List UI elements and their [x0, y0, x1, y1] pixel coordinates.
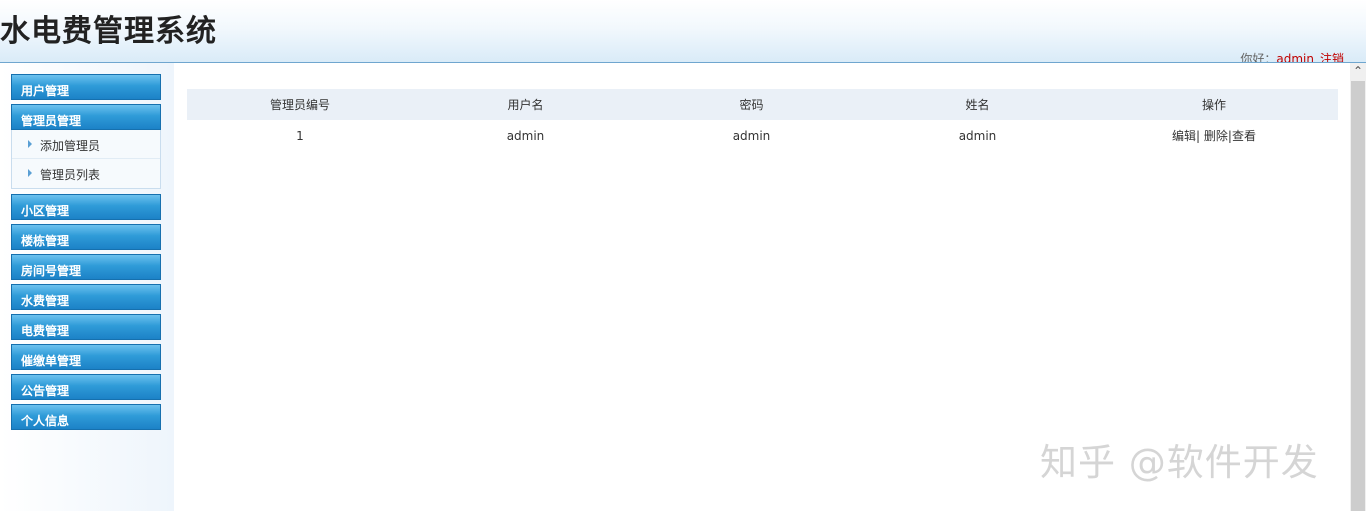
cell-password: admin	[732, 128, 771, 143]
menu-electric-fee-management[interactable]: 电费管理	[11, 314, 161, 340]
action-separator: |	[1196, 129, 1201, 143]
menu-group-admins: 管理员管理 添加管理员 管理员列表	[11, 104, 161, 189]
menu-building-management[interactable]: 楼栋管理	[11, 224, 161, 250]
col-admin-id: 管理员编号	[187, 89, 413, 120]
vertical-scrollbar[interactable]: ⌃	[1350, 63, 1366, 511]
table-header-row: 管理员编号 用户名 密码 姓名 操作	[187, 89, 1338, 120]
triangle-right-icon	[28, 140, 32, 148]
menu-user-management[interactable]: 用户管理	[11, 74, 161, 100]
scroll-up-arrow-icon[interactable]: ⌃	[1350, 63, 1366, 80]
menu-group-notice: 公告管理	[11, 374, 161, 400]
username-label: admin	[1276, 52, 1314, 63]
triangle-right-icon	[28, 169, 32, 177]
col-name: 姓名	[865, 89, 1090, 120]
menu-group-users: 用户管理	[11, 74, 161, 100]
scrollbar-thumb[interactable]	[1351, 81, 1365, 511]
cell-name: admin	[958, 128, 997, 143]
app-header: 水电费管理系统 你好：admin 注销	[0, 0, 1366, 63]
view-link[interactable]: 查看	[1232, 129, 1256, 143]
menu-water-fee-management[interactable]: 水费管理	[11, 284, 161, 310]
admin-table: 管理员编号 用户名 密码 姓名 操作 1 admin admin admin 编…	[187, 89, 1338, 151]
table-row: 1 admin admin admin 编辑| 删除|查看	[187, 120, 1338, 151]
menu-notice-management[interactable]: 公告管理	[11, 374, 161, 400]
submenu-add-admin-label: 添加管理员	[40, 139, 101, 153]
menu-room-management[interactable]: 房间号管理	[11, 254, 161, 280]
menu-group-room: 房间号管理	[11, 254, 161, 280]
col-username: 用户名	[413, 89, 638, 120]
watermark: 知乎 @软件开发	[1040, 441, 1319, 484]
submenu-admin-list[interactable]: 管理员列表	[12, 159, 160, 188]
logout-link[interactable]: 注销	[1320, 52, 1344, 62]
user-bar: 你好：admin 注销	[1240, 52, 1344, 63]
delete-link[interactable]: 删除	[1204, 129, 1228, 143]
menu-community-management[interactable]: 小区管理	[11, 194, 161, 220]
cell-username: admin	[506, 128, 545, 143]
col-actions: 操作	[1090, 89, 1338, 120]
app-title: 水电费管理系统	[0, 14, 217, 49]
menu-group-building: 楼栋管理	[11, 224, 161, 250]
edit-link[interactable]: 编辑	[1172, 129, 1196, 143]
sidebar: 用户管理 管理员管理 添加管理员 管理员列表 小区管理 楼栋管理 房间号管理 水…	[0, 63, 174, 511]
cell-admin-id: 1	[296, 128, 304, 143]
menu-group-community: 小区管理	[11, 194, 161, 220]
menu-reminder-management[interactable]: 催缴单管理	[11, 344, 161, 370]
menu-admin-management[interactable]: 管理员管理	[11, 104, 161, 130]
menu-group-water: 水费管理	[11, 284, 161, 310]
cell-actions: 编辑| 删除|查看	[1090, 120, 1338, 151]
menu-group-profile: 个人信息	[11, 404, 161, 430]
menu-group-reminder: 催缴单管理	[11, 344, 161, 370]
submenu-admin-list-label: 管理员列表	[40, 168, 101, 182]
submenu-add-admin[interactable]: 添加管理员	[12, 130, 160, 159]
greeting-label: 你好：	[1240, 52, 1277, 63]
menu-group-electric: 电费管理	[11, 314, 161, 340]
col-password: 密码	[638, 89, 865, 120]
admin-submenu: 添加管理员 管理员列表	[11, 130, 161, 189]
menu-personal-info[interactable]: 个人信息	[11, 404, 161, 430]
